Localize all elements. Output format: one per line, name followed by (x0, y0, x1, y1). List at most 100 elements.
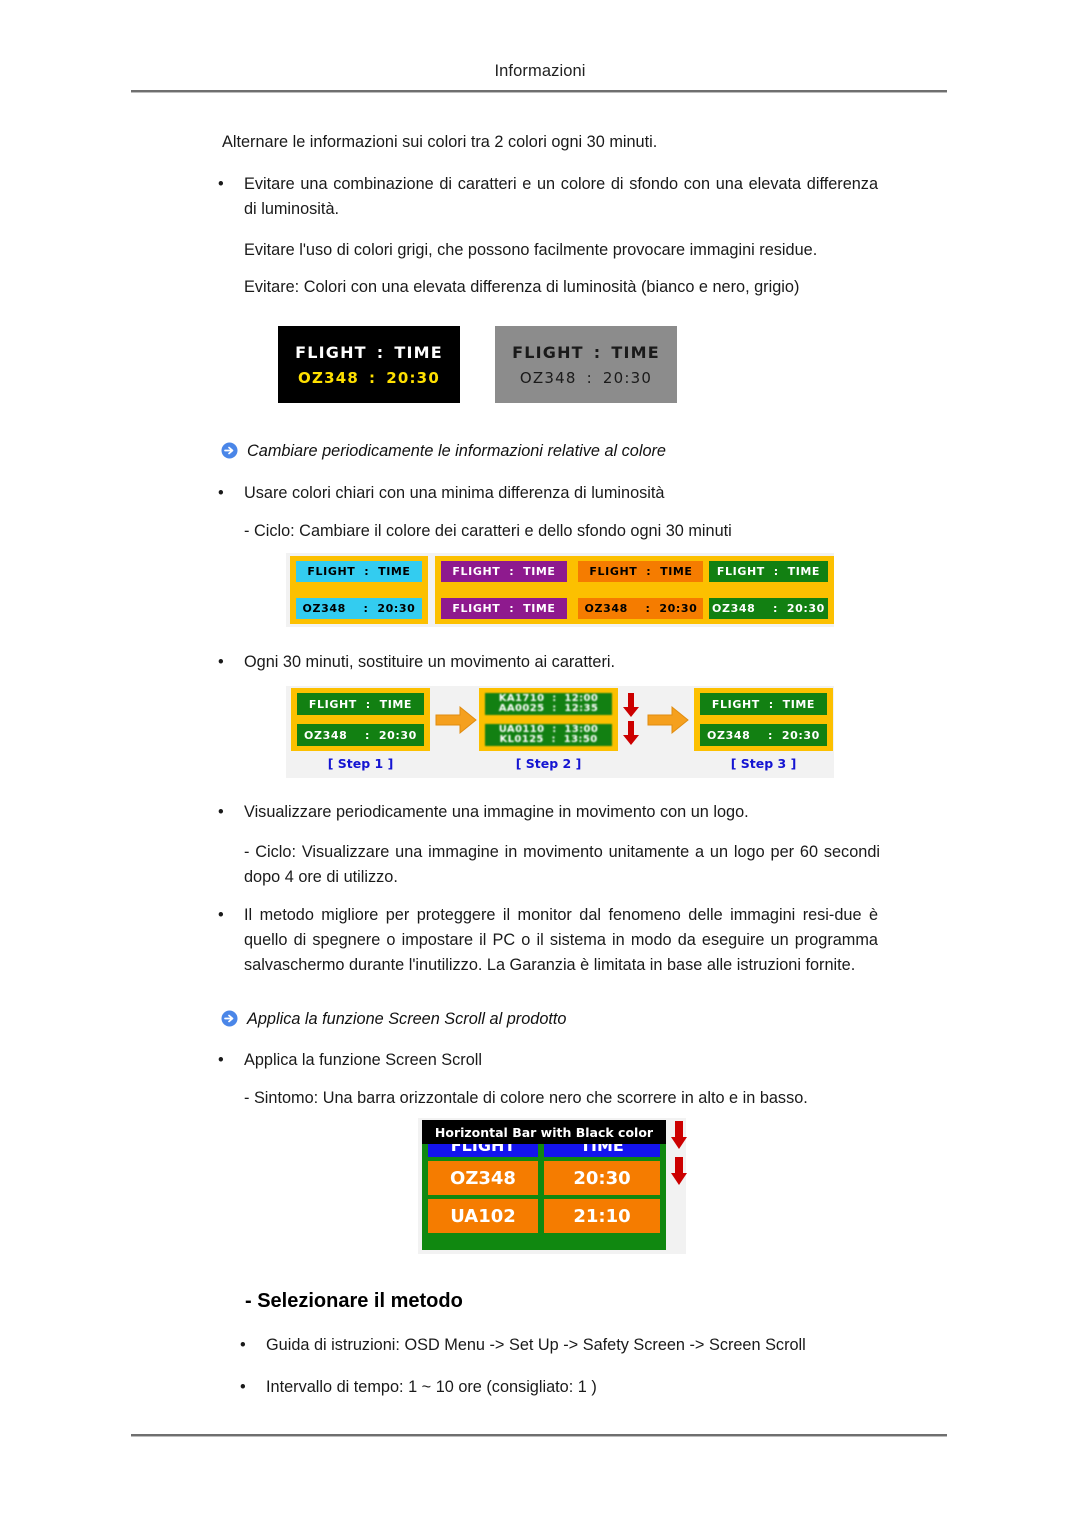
scroll-down-arrow-icon-1 (670, 1120, 688, 1155)
bullet-marker: • (240, 1378, 246, 1396)
color-cycle-panel-4: FLIGHT : TIME OZ348 : 20:30 (703, 556, 834, 624)
document-page: Informazioni Alternare le informazioni s… (0, 0, 1080, 1527)
section-heading-screen-scroll: Applica la funzione Screen Scroll al pro… (221, 1008, 566, 1030)
black-panel-row1-value: TIME (394, 342, 443, 362)
step-1-row-2: OZ348 : 20:30 (297, 724, 424, 746)
bullet-item-8: • Intervallo di tempo: 1 ~ 10 ore (consi… (240, 1375, 940, 1400)
black-panel-row2-value: 20:30 (386, 368, 440, 387)
black-panel-row2-separator: : (369, 368, 377, 387)
bullet-item-3: • Ogni 30 minuti, sostituire un moviment… (218, 650, 878, 675)
gray-panel-row2-label: OZ348 (519, 368, 577, 387)
color-cycle-panel-2-row-1: FLIGHT : TIME (441, 561, 567, 582)
intro-paragraph: Alternare le informazioni sui colori tra… (222, 133, 658, 151)
color-cycle-figure: FLIGHT : TIME OZ348 : 20:30 FLIGHT : TIM… (286, 553, 834, 627)
bullet-label: Usare colori chiari con una minima diffe… (244, 484, 665, 502)
color-cycle-panel-3-row-2: OZ348 : 20:30 (578, 598, 704, 619)
step-2-panel: KA1710 : 12:00 AA0025 : 12:35 UA0110 : 1… (479, 688, 618, 751)
gray-panel-row1-separator: : (593, 342, 602, 362)
step-2-row-2b: KL0125 : 13:50 (499, 734, 598, 745)
bullet-label: Il metodo migliore per proteggere il mon… (244, 906, 878, 974)
horizontal-black-bar: Horizontal Bar with Black color (422, 1120, 666, 1144)
color-cycle-frame: FLIGHT : TIME OZ348 : 20:30 (572, 556, 710, 624)
black-panel-row1-label: FLIGHT (295, 342, 367, 362)
color-cycle-panel-2-row-2: FLIGHT : TIME (441, 598, 567, 619)
step-1-label: [ Step 1 ] (327, 756, 394, 771)
bullet-marker: • (218, 175, 224, 193)
bullet-marker: • (218, 484, 224, 502)
bullet-marker: • (218, 1051, 224, 1069)
gray-panel-row1-label: FLIGHT (512, 342, 584, 362)
gray-panel-row-1: FLIGHT : TIME (495, 343, 677, 362)
step-3-row-1: FLIGHT : TIME (700, 693, 827, 715)
color-cycle-panel-1-row-2: OZ348 : 20:30 (296, 598, 422, 619)
color-cycle-frame: FLIGHT : TIME OZ348 : 20:30 (703, 556, 834, 624)
scroll-row-2-time: 21:10 (544, 1199, 660, 1233)
blue-arrow-icon (221, 442, 238, 459)
color-cycle-panel-3: FLIGHT : TIME OZ348 : 20:30 (572, 556, 710, 624)
step-2-row-1b: AA0025 : 12:35 (498, 703, 599, 714)
scroll-board: FLIGHT TIME OZ348 20:30 UA102 21:10 (422, 1128, 666, 1250)
bullet-label: Ogni 30 minuti, sostituire un movimento … (244, 653, 616, 671)
step-2-label: [ Step 2 ] (515, 756, 582, 771)
color-cycle-panel-4-row-2: OZ348 : 20:30 (709, 598, 828, 619)
color-cycle-panel-2: FLIGHT : TIME FLIGHT : TIME (435, 556, 573, 624)
sub-paragraph-3: - Ciclo: Cambiare il colore dei caratter… (244, 522, 732, 540)
steps-figure: FLIGHT : TIME OZ348 : 20:30 [ Step 1 ] K… (286, 686, 834, 778)
blue-arrow-icon (221, 1010, 238, 1027)
bullet-marker: • (240, 1336, 246, 1354)
black-panel-row-1: FLIGHT : TIME (278, 343, 460, 362)
bullet-label: Evitare una combinazione di caratteri e … (244, 175, 878, 218)
step-2-row-1: KA1710 : 12:00 AA0025 : 12:35 (485, 693, 612, 715)
gray-panel-row2-value: 20:30 (602, 368, 653, 387)
bullet-item-5: • Il metodo migliore per proteggere il m… (218, 903, 878, 978)
contrast-panel-black: FLIGHT : TIME OZ348 : 20:30 (278, 326, 460, 403)
section-heading-select-method: - Selezionare il metodo (245, 1290, 463, 1312)
bullet-marker: • (218, 906, 224, 924)
bullet-item-1: • Evitare una combinazione di caratteri … (218, 172, 878, 222)
black-panel-row-2: OZ348 : 20:30 (278, 369, 460, 387)
right-arrow-icon-2 (646, 705, 690, 740)
scroll-row-1-time: 20:30 (544, 1161, 660, 1195)
bullet-marker: • (218, 803, 224, 821)
down-arrow-icon-2 (622, 720, 640, 751)
gray-panel-row1-value: TIME (611, 342, 660, 362)
step-3-row-2: OZ348 : 20:30 (700, 724, 827, 746)
bullet-marker: • (218, 653, 224, 671)
section-heading-color-info: Cambiare periodicamente le informazioni … (221, 440, 666, 462)
section-heading-label: Cambiare periodicamente le informazioni … (247, 442, 666, 460)
color-cycle-frame: FLIGHT : TIME FLIGHT : TIME (435, 556, 573, 624)
bullet-item-7: • Guida di istruzioni: OSD Menu -> Set U… (240, 1333, 940, 1358)
down-arrow-icon-1 (622, 692, 640, 723)
bullet-item-2: • Usare colori chiari con una minima dif… (218, 481, 878, 506)
bullet-label: Intervallo di tempo: 1 ~ 10 ore (consigl… (266, 1378, 597, 1396)
scroll-row-1-flight: OZ348 (428, 1161, 538, 1195)
bullet-item-4: • Visualizzare periodicamente una immagi… (218, 800, 878, 825)
bullet-label: Applica la funzione Screen Scroll (244, 1051, 483, 1069)
gray-panel-row2-separator: : (586, 368, 593, 387)
page-header-title: Informazioni (494, 62, 586, 80)
sub-paragraph-1: Evitare l'uso di colori grigi, che posso… (244, 241, 818, 259)
gray-panel-row-2: OZ348 : 20:30 (495, 369, 677, 387)
color-cycle-panel-3-row-1: FLIGHT : TIME (578, 561, 704, 582)
screen-scroll-figure: FLIGHT TIME OZ348 20:30 UA102 21:10 Hori… (418, 1118, 688, 1254)
bullet-item-6: • Applica la funzione Screen Scroll (218, 1048, 878, 1073)
color-cycle-panel-1: FLIGHT : TIME OZ348 : 20:30 (290, 556, 428, 624)
scroll-down-arrow-icon-2 (670, 1156, 688, 1191)
step-1-panel: FLIGHT : TIME OZ348 : 20:30 (291, 688, 430, 751)
step-3-label: [ Step 3 ] (730, 756, 797, 771)
color-cycle-frame: FLIGHT : TIME OZ348 : 20:30 (290, 556, 428, 624)
contrast-panel-gray: FLIGHT : TIME OZ348 : 20:30 (495, 326, 677, 403)
bullet-label: Guida di istruzioni: OSD Menu -> Set Up … (266, 1336, 806, 1354)
header-divider (131, 90, 947, 93)
color-cycle-panel-1-row-1: FLIGHT : TIME (296, 561, 422, 582)
sub-paragraph-5: - Sintomo: Una barra orizzontale di colo… (244, 1089, 808, 1107)
step-3-panel: FLIGHT : TIME OZ348 : 20:30 (694, 688, 833, 751)
sub-paragraph-2: Evitare: Colori con una elevata differen… (244, 278, 800, 296)
step-2-row-2: UA0110 : 13:00 KL0125 : 13:50 (485, 724, 612, 746)
black-panel-row2-label: OZ348 (298, 368, 359, 387)
section-heading-label: Applica la funzione Screen Scroll al pro… (247, 1010, 567, 1028)
sub-paragraph-4: - Ciclo: Visualizzare una immagine in mo… (244, 843, 880, 886)
right-arrow-icon-1 (434, 705, 478, 740)
step-1-row-1: FLIGHT : TIME (297, 693, 424, 715)
scroll-row-2-flight: UA102 (428, 1199, 538, 1233)
